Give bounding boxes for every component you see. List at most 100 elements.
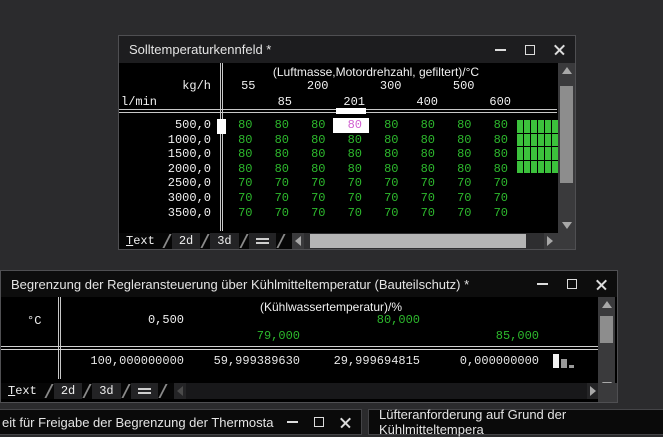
value-cell[interactable]: 80 [479,147,516,162]
value-cell[interactable]: 70 [406,191,443,206]
value-cell[interactable]: 80 [479,133,516,148]
value-cell[interactable]: 80 [406,118,443,133]
value-cell[interactable]: 70 [223,191,260,206]
value-cell[interactable]: 70 [369,176,406,191]
x-breakpoint-cell[interactable]: 600 [479,95,516,109]
horizontal-scrollbar[interactable] [292,233,556,249]
value-cell[interactable]: 80 [479,162,516,177]
vertical-scrollbar[interactable] [558,63,575,233]
scroll-left-button[interactable] [174,383,186,399]
value-cell[interactable]: 80 [296,147,333,162]
y-breakpoint-label[interactable]: 2000,0 [119,162,215,177]
value-cell[interactable]: 70 [333,206,370,221]
x-breakpoint-cell[interactable]: 55 [223,79,260,93]
curve-breakpoint[interactable]: 85,000 [496,329,539,343]
maximize-icon[interactable] [567,279,577,289]
curve-breakpoint[interactable]: 0,500 [148,313,184,327]
titlebar[interactable]: Solltemperaturkennfeld * [119,36,575,63]
value-cell[interactable]: 80 [442,133,479,148]
value-cell[interactable]: 80 [406,162,443,177]
horizontal-scroll-track[interactable] [304,233,544,249]
minimize-icon[interactable] [537,283,548,285]
close-icon[interactable] [596,279,607,290]
value-cell[interactable]: 80 [442,147,479,162]
value-cell[interactable]: 80 [479,118,516,133]
value-cell[interactable]: 70 [442,191,479,206]
vertical-scroll-thumb[interactable] [600,316,613,343]
value-cell[interactable]: 80 [333,133,370,148]
value-cell[interactable]: 80 [223,118,260,133]
maximize-icon[interactable] [525,45,535,55]
value-cell[interactable]: 80 [296,133,333,148]
value-cell[interactable]: 80 [333,147,370,162]
value-cell[interactable]: 80 [333,162,370,177]
titlebar[interactable]: Begrenzung der Regleransteuerung über Kü… [1,271,617,297]
value-cell[interactable]: 80 [369,133,406,148]
tab-3d[interactable]: 3d [210,233,238,249]
value-cell[interactable]: 80 [369,147,406,162]
tab-3d[interactable]: 3d [92,383,120,399]
value-cell[interactable]: 80 [442,162,479,177]
vertical-scroll-thumb[interactable] [560,86,573,183]
scroll-up-button[interactable] [598,297,615,312]
curve-breakpoint[interactable]: 80,000 [377,313,420,327]
value-cell[interactable]: 70 [260,206,297,221]
horizontal-scroll-thumb[interactable] [310,234,526,248]
value-cell[interactable]: 80 [223,147,260,162]
x-breakpoint-cell[interactable]: 85 [260,95,297,109]
value-cell[interactable]: 70 [406,206,443,221]
y-breakpoint-label[interactable]: 3000,0 [119,191,215,206]
value-cell[interactable]: 70 [333,191,370,206]
x-breakpoint-cell[interactable]: 400 [406,95,443,109]
value-cell[interactable]: 70 [296,191,333,206]
value-cell[interactable]: 70 [442,176,479,191]
value-cell[interactable]: 80 [223,133,260,148]
tab-2d[interactable]: 2d [54,383,82,399]
value-cell[interactable]: 70 [479,191,516,206]
value-cell[interactable]: 80 [260,147,297,162]
value-cell[interactable]: 80 [369,162,406,177]
y-breakpoint-label[interactable]: 1000,0 [119,133,215,148]
horizontal-scroll-track[interactable] [186,383,587,399]
y-breakpoint-label[interactable]: 500,0 [119,118,215,133]
titlebar[interactable]: eit für Freigabe der Begrenzung der Ther… [0,410,361,434]
x-breakpoint-cell[interactable]: 300 [369,79,406,93]
close-icon[interactable] [340,417,351,428]
table-view-tab[interactable] [249,233,276,249]
value-cell[interactable]: 70 [369,206,406,221]
x-breakpoint-cell[interactable]: 200 [296,79,333,93]
value-cell[interactable]: 80 [406,133,443,148]
y-breakpoint-label[interactable]: 3500,0 [119,206,215,221]
minimize-icon[interactable] [495,49,506,51]
value-cell[interactable]: 80 [406,147,443,162]
tab-2d[interactable]: 2d [172,233,200,249]
maximize-icon[interactable] [314,417,324,427]
value-cell[interactable]: 80 [442,118,479,133]
table-view-tab[interactable] [131,383,158,399]
value-cell[interactable]: 80 [296,162,333,177]
x-breakpoint-cell[interactable]: 201 [333,95,370,109]
value-cell[interactable]: 80 [369,118,406,133]
curve-value[interactable]: 29,999694815 [334,354,420,368]
scroll-right-button[interactable] [544,233,556,249]
value-cell[interactable]: 70 [333,176,370,191]
value-cell[interactable]: 70 [442,206,479,221]
titlebar[interactable]: Lüfteranforderung auf Grund der Kühlmitt… [369,410,663,434]
curve-value[interactable]: 59,999389630 [214,354,300,368]
value-cell[interactable]: 70 [406,176,443,191]
curve-value[interactable]: 0,000000000 [460,354,539,368]
value-cell[interactable]: 80 [223,162,260,177]
value-cell[interactable]: 70 [479,176,516,191]
value-cell[interactable]: 80 [260,118,297,133]
close-icon[interactable] [554,44,565,55]
scroll-down-button[interactable] [558,218,575,233]
curve-value[interactable]: 100,000000000 [90,354,184,368]
value-cell[interactable]: 70 [296,176,333,191]
vertical-scrollbar[interactable] [598,297,615,393]
value-cell[interactable]: 80 [260,133,297,148]
curve-breakpoint[interactable]: 79,000 [257,329,300,343]
scroll-up-button[interactable] [558,63,575,78]
value-cell[interactable]: 70 [369,191,406,206]
minimize-icon[interactable] [287,421,298,423]
value-cell[interactable]: 70 [260,176,297,191]
